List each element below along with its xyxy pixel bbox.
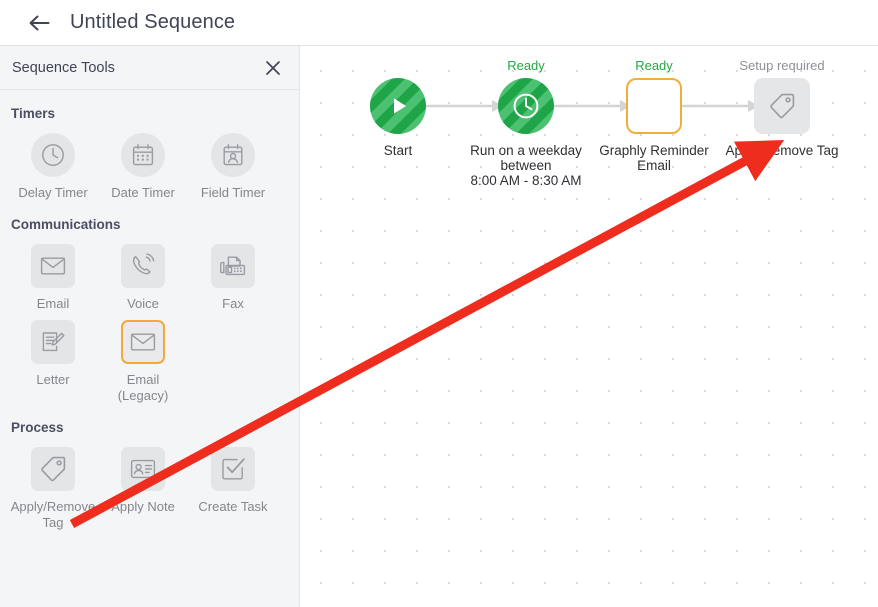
tool-label: Apply/Remove Tag	[10, 499, 96, 530]
clock-icon	[31, 133, 75, 177]
tool-label: Voice	[127, 296, 159, 311]
fax-icon	[211, 244, 255, 288]
sidebar-sections: Timers Delay Timer Date Timer Field Timer…	[0, 90, 299, 531]
checkbox-check-icon	[211, 447, 255, 491]
sidebar-section-process: Process Apply/Remove Tag Apply Note Crea…	[0, 404, 299, 531]
calendar-person-icon	[211, 133, 255, 177]
sidebar-title: Sequence Tools	[12, 59, 115, 76]
tool-label: Create Task	[198, 499, 268, 514]
tool-label: Letter	[36, 372, 70, 387]
tool-label: Date Timer	[111, 185, 175, 200]
tool-label: Fax	[222, 296, 244, 311]
tag-icon	[31, 447, 75, 491]
sidebar-section-communications: Communications Email Voice Fax Letter Emai…	[0, 201, 299, 404]
tool-label: Email	[36, 296, 70, 311]
contact-card-icon	[121, 447, 165, 491]
tool-field-timer[interactable]: Field Timer	[188, 125, 278, 201]
sequence-tools-sidebar: Sequence Tools Timers Delay Timer Date Ti…	[0, 46, 300, 607]
sequence-canvas[interactable]: Start Ready Run on a weekday between 8:00 …	[301, 46, 878, 607]
tool-email-legacy[interactable]: Email (Legacy)	[98, 312, 188, 404]
app-root: Untitled Sequence Sequence Tools Timers D…	[0, 0, 878, 607]
tool-date-timer[interactable]: Date Timer	[98, 125, 188, 201]
tool-label: Email (Legacy)	[117, 372, 169, 403]
node-shape-circle[interactable]	[498, 78, 554, 134]
tool-row: Email Voice Fax	[0, 236, 299, 312]
back-button[interactable]	[22, 6, 56, 40]
section-title: Communications	[11, 217, 121, 232]
letter-pencil-icon	[31, 320, 75, 364]
node-status-badge: Setup required	[739, 58, 825, 73]
flow-node-apply-remove-tag[interactable]: Setup required Apply/Remove Tag	[702, 58, 862, 158]
sidebar-header: Sequence Tools	[0, 46, 299, 90]
node-label: Apply/Remove Tag	[725, 143, 839, 158]
sidebar-section-timers: Timers Delay Timer Date Timer Field Timer	[0, 90, 299, 201]
tool-label: Delay Timer	[18, 185, 88, 200]
tool-apply-note[interactable]: Apply Note	[98, 439, 188, 531]
tool-row: Letter Email (Legacy)	[0, 312, 299, 404]
section-title: Timers	[11, 106, 56, 121]
envelope-icon	[31, 244, 75, 288]
tool-email[interactable]: Email	[8, 236, 98, 312]
tool-label: Field Timer	[200, 185, 266, 200]
close-icon	[266, 60, 280, 75]
node-label: Graphly Reminder Email	[599, 143, 709, 173]
calendar-icon	[121, 133, 165, 177]
sequence-flow: Start Ready Run on a weekday between 8:00 …	[301, 46, 878, 607]
envelope-icon	[121, 320, 165, 364]
tool-voice[interactable]: Voice	[98, 236, 188, 312]
tool-delay-timer[interactable]: Delay Timer	[8, 125, 98, 201]
page-title: Untitled Sequence	[70, 11, 236, 33]
section-title: Process	[11, 420, 64, 435]
top-bar: Untitled Sequence	[0, 0, 878, 46]
node-label: Start	[383, 143, 413, 158]
node-shape-box-gray[interactable]	[754, 78, 810, 134]
node-status-badge: Ready	[635, 58, 673, 73]
phone-icon	[121, 244, 165, 288]
tool-create-task[interactable]: Create Task	[188, 439, 278, 531]
arrow-left-icon	[29, 15, 50, 30]
node-shape-circle[interactable]	[370, 78, 426, 134]
node-status-badge: Ready	[507, 58, 545, 73]
node-shape-box-orange[interactable]	[626, 78, 682, 134]
tool-apply-remove-tag[interactable]: Apply/Remove Tag	[8, 439, 98, 531]
tool-label: Apply Note	[111, 499, 175, 514]
tool-letter[interactable]: Letter	[8, 312, 98, 404]
tool-row: Delay Timer Date Timer Field Timer	[0, 125, 299, 201]
close-sidebar-button[interactable]	[261, 56, 285, 80]
tool-fax[interactable]: Fax	[188, 236, 278, 312]
tool-row: Apply/Remove Tag Apply Note Create Task	[0, 439, 299, 531]
